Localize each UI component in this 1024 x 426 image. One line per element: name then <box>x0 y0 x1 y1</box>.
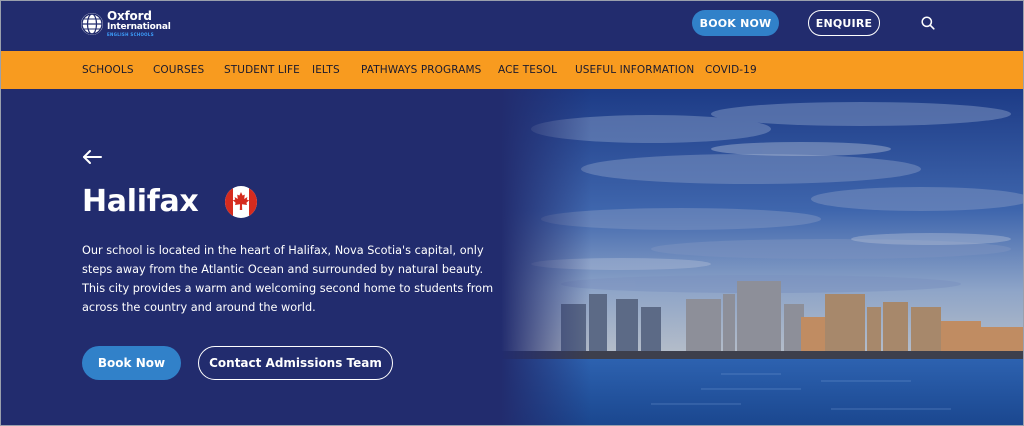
nav-item-ielts[interactable]: IELTS <box>312 51 340 89</box>
logo-subtitle: International <box>107 22 171 32</box>
hero-section: Halifax Our school is located in the hea… <box>1 89 1023 425</box>
hero-description: Our school is located in the heart of Ha… <box>82 244 494 314</box>
top-header: Oxford International ENGLISH SCHOOLS BOO… <box>1 1 1023 51</box>
logo-wordmark: Oxford <box>107 9 152 23</box>
photo-edge-fade <box>501 89 591 425</box>
nav-item-ace-tesol[interactable]: ACE TESOL <box>498 51 557 89</box>
hero-title-row: Halifax <box>82 184 258 219</box>
nav-item-courses[interactable]: COURSES <box>153 51 204 89</box>
nav-item-useful-information[interactable]: USEFUL INFORMATION <box>575 51 694 89</box>
logo-tagline: ENGLISH SCHOOLS <box>107 32 154 37</box>
page-frame: Oxford International ENGLISH SCHOOLS BOO… <box>0 0 1024 426</box>
nav-item-pathways-programs[interactable]: PATHWAYS PROGRAMS <box>361 51 481 89</box>
nav-item-student-life[interactable]: STUDENT LIFE <box>224 51 300 89</box>
header-book-now-button[interactable]: BOOK NOW <box>692 10 779 36</box>
search-icon[interactable] <box>920 15 936 31</box>
nav-item-covid-19[interactable]: COVID-19 <box>705 51 757 89</box>
book-now-button[interactable]: Book Now <box>82 346 181 380</box>
canada-flag-icon <box>225 185 258 218</box>
header-enquire-button[interactable]: ENQUIRE <box>808 10 880 36</box>
oxford-international-logo[interactable]: Oxford International ENGLISH SCHOOLS <box>81 10 171 37</box>
contact-admissions-button[interactable]: Contact Admissions Team <box>198 346 393 380</box>
globe-logo-icon <box>81 12 103 35</box>
nav-item-schools[interactable]: SCHOOLS <box>82 51 134 89</box>
arrow-left-icon[interactable] <box>82 149 102 165</box>
main-navigation: SCHOOLS COURSES STUDENT LIFE IELTS PATHW… <box>1 51 1023 89</box>
page-title: Halifax <box>82 184 199 219</box>
